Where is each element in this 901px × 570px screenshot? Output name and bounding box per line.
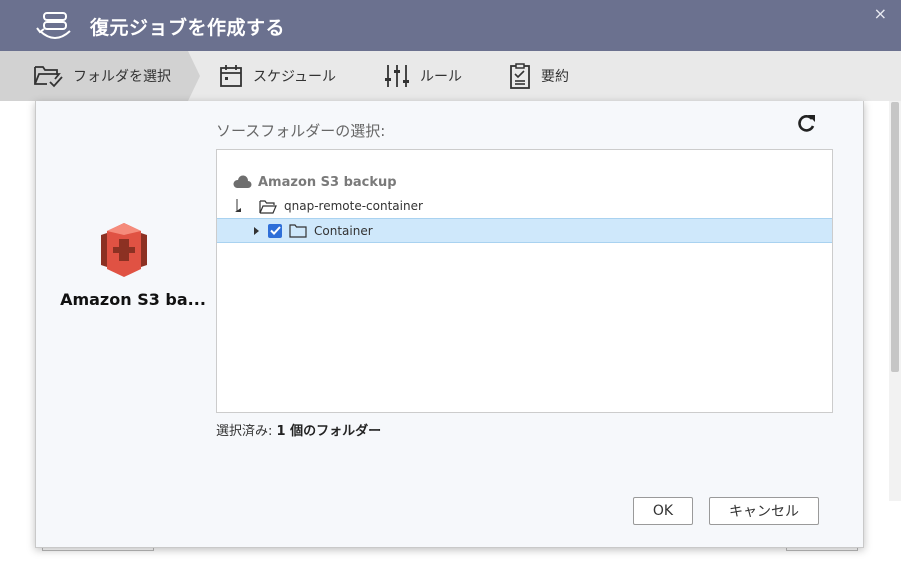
source-folder-label: ソースフォルダーの選択: xyxy=(216,122,386,140)
page-scrollbar-thumb[interactable] xyxy=(891,102,899,372)
tree-item-selected[interactable]: Container xyxy=(217,218,832,243)
step-label: ルール xyxy=(420,69,462,85)
folder-tree: Amazon S3 backup qnap-remote-container C… xyxy=(216,149,833,413)
cancel-button[interactable]: キャンセル xyxy=(709,497,819,525)
folder-check-icon xyxy=(33,63,63,89)
selection-summary: 選択済み: 1 個のフォルダー xyxy=(216,420,381,439)
sliders-icon xyxy=(384,64,410,88)
wizard-steps: フォルダを選択 スケジュール ルール 要約 xyxy=(0,51,901,101)
restore-job-icon xyxy=(36,11,74,47)
tree-connector-icon xyxy=(235,199,243,213)
folder-checkbox[interactable] xyxy=(268,223,282,238)
calendar-icon xyxy=(219,64,243,88)
tree-item-label: Container xyxy=(314,223,373,238)
amazon-s3-logo-icon xyxy=(99,221,149,283)
ok-button[interactable]: OK xyxy=(633,497,693,525)
tree-folder[interactable]: qnap-remote-container xyxy=(217,195,832,217)
title-bar: 復元ジョブを作成する × xyxy=(0,0,901,51)
step-select-folder[interactable]: フォルダを選択 xyxy=(0,51,200,101)
tree-folder-label: qnap-remote-container xyxy=(284,199,423,213)
step-summary[interactable]: 要約 xyxy=(509,51,569,101)
step-label: 要約 xyxy=(541,69,569,85)
tree-root-label: Amazon S3 backup xyxy=(258,174,397,190)
step-schedule[interactable]: スケジュール xyxy=(219,51,336,101)
select-folder-dialog: Amazon S3 ba... ソースフォルダーの選択: Amazon S3 b… xyxy=(35,101,864,548)
step-label: スケジュール xyxy=(253,69,337,85)
step-rules[interactable]: ルール xyxy=(384,51,462,101)
close-button[interactable]: × xyxy=(874,4,887,23)
folder-icon xyxy=(289,223,307,238)
clipboard-icon xyxy=(509,63,531,89)
selection-summary-prefix: 選択済み: xyxy=(216,424,277,439)
cloud-icon xyxy=(232,175,252,189)
selection-summary-count: 1 個のフォルダー xyxy=(276,424,382,439)
refresh-icon[interactable] xyxy=(795,112,817,138)
tree-root[interactable]: Amazon S3 backup xyxy=(217,171,832,193)
folder-open-icon xyxy=(259,199,277,214)
window-title: 復元ジョブを作成する xyxy=(90,17,286,39)
storage-name: Amazon S3 ba... xyxy=(60,290,206,309)
expand-arrow-icon[interactable] xyxy=(253,226,261,236)
step-label: フォルダを選択 xyxy=(73,69,171,85)
